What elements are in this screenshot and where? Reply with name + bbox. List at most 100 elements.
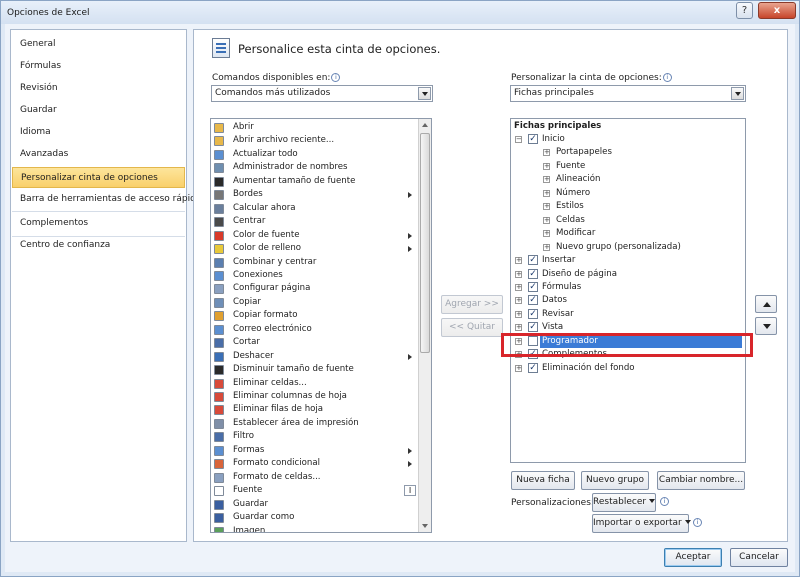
command-item[interactable]: Administrador de nombres xyxy=(214,161,414,174)
command-item[interactable]: Formato condicional xyxy=(214,457,414,470)
nav-item-6[interactable]: Personalizar cinta de opciones xyxy=(12,167,185,188)
tree-item[interactable]: − ✓ Inicio xyxy=(511,133,745,146)
command-item[interactable]: Formas xyxy=(214,444,414,457)
chevron-down-icon[interactable] xyxy=(418,87,431,100)
command-item[interactable]: Fuente I xyxy=(214,484,416,497)
command-item[interactable]: Establecer área de impresión xyxy=(214,417,414,430)
command-item[interactable]: Eliminar filas de hoja xyxy=(214,403,414,416)
command-item[interactable]: Eliminar columnas de hoja xyxy=(214,390,414,403)
checkbox[interactable]: ✓ xyxy=(528,268,538,279)
checkbox[interactable]: ✓ xyxy=(528,322,538,333)
nav-item-5[interactable]: Avanzadas xyxy=(12,144,185,165)
chevron-down-icon[interactable] xyxy=(731,87,744,100)
expand-icon[interactable]: + xyxy=(515,297,522,305)
command-item[interactable]: Color de relleno xyxy=(214,242,414,255)
expand-icon[interactable]: + xyxy=(543,149,550,157)
nav-item-9[interactable]: Centro de confianza xyxy=(12,235,185,256)
command-item[interactable]: Guardar xyxy=(214,498,414,511)
move-up-button[interactable] xyxy=(755,295,777,313)
customize-ribbon-combo[interactable]: Fichas principales xyxy=(510,85,746,102)
command-item[interactable]: Configurar página xyxy=(214,282,414,295)
tree-item[interactable]: + ✓ Diseño de página xyxy=(511,268,745,281)
cancel-button[interactable]: Cancelar xyxy=(730,548,788,567)
new-tab-button[interactable]: Nueva ficha xyxy=(511,471,575,490)
command-item[interactable]: Filtro xyxy=(214,430,414,443)
expand-icon[interactable]: + xyxy=(515,310,522,318)
command-item[interactable]: Centrar xyxy=(214,215,414,228)
expand-icon[interactable]: + xyxy=(543,243,550,251)
nav-item-0[interactable]: General xyxy=(12,34,185,55)
tree-item[interactable]: + ✓ Datos xyxy=(511,294,745,307)
expand-icon[interactable]: + xyxy=(543,162,550,170)
checkbox[interactable]: ✓ xyxy=(528,134,538,144)
commands-list-scrollbar[interactable] xyxy=(418,119,431,532)
nav-item-8[interactable]: Complementos xyxy=(12,213,185,234)
command-item[interactable]: Correo electrónico xyxy=(214,323,414,336)
command-item[interactable]: Aumentar tamaño de fuente xyxy=(214,175,414,188)
checkbox[interactable]: ✓ xyxy=(528,308,538,319)
expand-icon[interactable]: + xyxy=(515,283,522,291)
command-item[interactable]: Combinar y centrar xyxy=(214,256,414,269)
command-item[interactable]: Eliminar celdas... xyxy=(214,377,414,390)
move-down-button[interactable] xyxy=(755,317,777,335)
command-item[interactable]: Disminuir tamaño de fuente xyxy=(214,363,414,376)
tree-item[interactable]: + Estilos xyxy=(511,200,745,213)
command-item[interactable]: Copiar xyxy=(214,296,414,309)
tree-item[interactable]: + Fuente xyxy=(511,160,745,173)
collapse-icon[interactable]: − xyxy=(515,136,522,143)
command-item[interactable]: Calcular ahora xyxy=(214,202,414,215)
tree-item[interactable]: + Número xyxy=(511,187,745,200)
scroll-thumb[interactable] xyxy=(420,133,430,353)
command-item[interactable]: Guardar como xyxy=(214,511,414,524)
scroll-up-icon[interactable] xyxy=(422,123,428,127)
rename-button[interactable]: Cambiar nombre... xyxy=(657,471,745,490)
checkbox[interactable]: ✓ xyxy=(528,281,538,292)
new-group-button[interactable]: Nuevo grupo xyxy=(581,471,649,490)
expand-icon[interactable]: + xyxy=(543,230,550,238)
import-export-button[interactable]: Importar o exportar xyxy=(592,514,691,533)
command-item[interactable]: Abrir archivo reciente... xyxy=(214,134,414,147)
tree-item[interactable]: + ✓ Eliminación del fondo xyxy=(511,362,745,375)
commands-from-combo[interactable]: Comandos más utilizados xyxy=(211,85,433,102)
command-item[interactable]: Color de fuente xyxy=(214,229,414,242)
nav-item-7[interactable]: Barra de herramientas de acceso rápido xyxy=(12,189,201,210)
tree-item[interactable]: + Portapapeles xyxy=(511,146,745,159)
expand-icon[interactable]: + xyxy=(515,257,522,265)
nav-item-4[interactable]: Idioma xyxy=(12,122,185,143)
command-item[interactable]: Deshacer xyxy=(214,350,414,363)
checkbox[interactable]: ✓ xyxy=(528,295,538,306)
tree-item[interactable]: + Alineación xyxy=(511,173,745,186)
nav-item-2[interactable]: Revisión xyxy=(12,78,185,99)
tree-item[interactable]: + Nuevo grupo (personalizada) xyxy=(511,241,745,254)
command-item[interactable]: Copiar formato xyxy=(214,309,414,322)
expand-icon[interactable]: + xyxy=(543,189,550,197)
checkbox[interactable]: ✓ xyxy=(528,362,538,373)
command-item[interactable]: Abrir xyxy=(214,121,414,134)
tree-item[interactable]: + ✓ Fórmulas xyxy=(511,281,745,294)
command-item[interactable]: Conexiones xyxy=(214,269,414,282)
expand-icon[interactable]: + xyxy=(543,176,550,184)
close-button[interactable]: x xyxy=(758,2,796,19)
tree-item[interactable]: + ✓ Insertar xyxy=(511,254,745,267)
tree-item[interactable]: + ✓ Revisar xyxy=(511,308,745,321)
command-item[interactable]: Formato de celdas... xyxy=(214,471,414,484)
scroll-down-icon[interactable] xyxy=(422,524,428,528)
help-button[interactable]: ? xyxy=(736,2,753,19)
command-item[interactable]: Cortar xyxy=(214,336,414,349)
expand-icon[interactable]: + xyxy=(515,364,522,372)
checkbox[interactable]: ✓ xyxy=(528,255,538,266)
expand-icon[interactable]: + xyxy=(515,270,522,278)
add-button[interactable]: Agregar >> xyxy=(441,295,503,314)
command-item[interactable]: Imagen xyxy=(214,525,414,532)
remove-button[interactable]: << Quitar xyxy=(441,318,503,337)
expand-icon[interactable]: + xyxy=(543,203,550,211)
reset-button[interactable]: Restablecer xyxy=(592,493,656,512)
ribbon-tree[interactable]: Fichas principales − ✓ Inicio + Portapapeles… xyxy=(510,118,746,463)
command-item[interactable]: Bordes xyxy=(214,188,414,201)
nav-item-3[interactable]: Guardar xyxy=(12,100,185,121)
expand-icon[interactable]: + xyxy=(543,216,550,224)
expand-icon[interactable]: + xyxy=(515,324,522,332)
tree-item[interactable]: + Celdas xyxy=(511,214,745,227)
commands-list[interactable]: Imagen Guardar como Guardar Fuente I Formato … xyxy=(210,118,432,533)
tree-item[interactable]: + Modificar xyxy=(511,227,745,240)
